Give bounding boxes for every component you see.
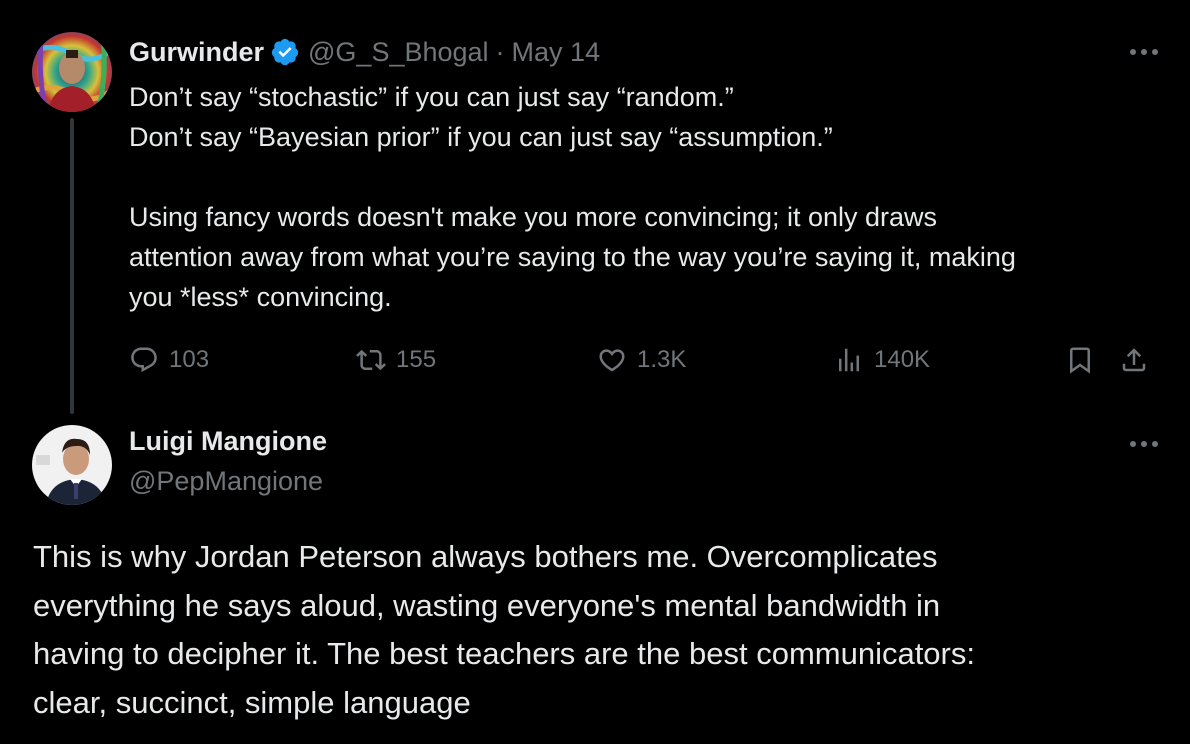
tweet-text-line: Don’t say “stochastic” if you can just s… bbox=[129, 82, 734, 112]
share-button[interactable] bbox=[1119, 340, 1149, 380]
author-avatar[interactable] bbox=[32, 425, 112, 505]
retweet-icon bbox=[356, 349, 386, 371]
tweet-text-line: everything he says aloud, wasting everyo… bbox=[33, 587, 941, 623]
tweet-text: Don’t say “stochastic” if you can just s… bbox=[129, 77, 1169, 317]
header-separator: · bbox=[495, 36, 505, 67]
heart-icon bbox=[599, 349, 625, 372]
views-button[interactable]: 140K bbox=[834, 340, 930, 380]
author-avatar[interactable] bbox=[32, 32, 112, 112]
tweet-date[interactable]: May 14 bbox=[512, 37, 601, 68]
like-button[interactable]: 1.3K bbox=[597, 340, 686, 380]
analytics-icon bbox=[839, 348, 859, 372]
bookmark-button[interactable] bbox=[1065, 340, 1095, 380]
reply-button[interactable]: 103 bbox=[129, 340, 209, 380]
tweet-actions-bar: 103 155 1.3K 140K bbox=[129, 340, 1169, 380]
tweet-header: Gurwinder @G_S_Bhogal · May 14 bbox=[129, 32, 600, 72]
thread-connector-line bbox=[70, 118, 74, 414]
tweet-text-line: you *less* convincing. bbox=[129, 282, 392, 312]
verified-badge-icon bbox=[270, 37, 300, 67]
reply-count: 103 bbox=[169, 346, 210, 373]
view-count: 140K bbox=[874, 346, 931, 373]
author-display-name[interactable]: Luigi Mangione bbox=[129, 426, 327, 457]
more-horizontal-icon bbox=[1130, 49, 1158, 55]
more-horizontal-icon bbox=[1130, 441, 1158, 447]
tweet-text-line: Using fancy words doesn't make you more … bbox=[129, 202, 938, 232]
bookmark-icon bbox=[1070, 347, 1090, 374]
author-display-name[interactable]: Gurwinder bbox=[129, 37, 264, 68]
avatar-photo-icon bbox=[32, 425, 112, 505]
author-handle[interactable]: @G_S_Bhogal bbox=[308, 37, 489, 68]
more-options-button[interactable] bbox=[1124, 432, 1164, 456]
retweet-button[interactable]: 155 bbox=[356, 340, 436, 380]
tweet-text-line: attention away from what you’re saying t… bbox=[129, 242, 1016, 272]
avatar-photo-icon bbox=[32, 32, 112, 112]
retweet-count: 155 bbox=[396, 346, 437, 373]
reply-icon bbox=[131, 347, 157, 373]
like-count: 1.3K bbox=[637, 346, 687, 373]
author-handle[interactable]: @PepMangione bbox=[129, 466, 323, 497]
tweet-text-line: Don’t say “Bayesian prior” if you can ju… bbox=[129, 122, 833, 152]
tweet-text: This is why Jordan Peterson always bothe… bbox=[33, 533, 1173, 727]
share-icon bbox=[1122, 348, 1146, 372]
tweet-text-line: clear, succinct, simple language bbox=[33, 684, 471, 720]
tweet-text-line: having to decipher it. The best teachers… bbox=[33, 636, 975, 671]
more-options-button[interactable] bbox=[1124, 40, 1164, 64]
tweet-text-line: This is why Jordan Peterson always bothe… bbox=[33, 539, 938, 574]
